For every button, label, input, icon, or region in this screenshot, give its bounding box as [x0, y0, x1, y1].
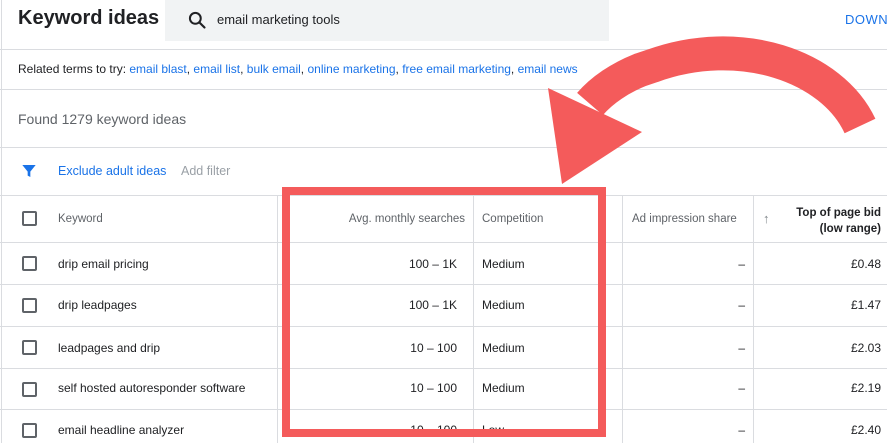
competition-cell: Medium — [482, 298, 525, 312]
download-button[interactable]: DOWN — [845, 12, 887, 27]
divider — [0, 147, 887, 148]
row-checkbox[interactable] — [22, 340, 37, 355]
related-term-link[interactable]: email news — [518, 62, 578, 76]
bid-cell: £2.19 — [850, 381, 881, 395]
select-all-checkbox[interactable] — [22, 211, 37, 226]
related-terms: Related terms to try: email blast, email… — [18, 62, 578, 76]
impression-share-cell: – — [738, 423, 745, 437]
related-term-link[interactable]: email list — [193, 62, 240, 76]
row-checkbox[interactable] — [22, 382, 37, 397]
bid-cell: £1.47 — [850, 298, 881, 312]
related-terms-label: Related terms to try: — [18, 62, 130, 76]
search-icon — [188, 11, 206, 29]
related-term-link[interactable]: bulk email — [247, 62, 301, 76]
column-divider — [473, 195, 474, 443]
row-checkbox[interactable] — [22, 298, 37, 313]
column-header-keyword[interactable]: Keyword — [58, 213, 103, 225]
column-divider — [753, 195, 754, 443]
column-header-competition[interactable]: Competition — [482, 213, 543, 225]
bid-cell: £2.03 — [850, 341, 881, 355]
impression-share-cell: – — [738, 257, 745, 271]
column-header-bid-line1: Top of page bid — [796, 207, 881, 219]
bid-cell: £2.40 — [850, 423, 881, 437]
keyword-cell: email headline analyzer — [58, 423, 185, 437]
keyword-cell: self hosted autoresponder software — [58, 381, 246, 395]
searches-cell: 10 – 100 — [410, 381, 457, 395]
keyword-cell: drip leadpages — [58, 298, 137, 312]
column-divider — [622, 195, 623, 443]
related-term-link[interactable]: online marketing — [307, 62, 395, 76]
keyword-cell: drip email pricing — [58, 257, 149, 271]
searches-cell: 100 – 1K — [408, 298, 457, 312]
searches-cell: 100 – 1K — [408, 257, 457, 271]
add-filter-button[interactable]: Add filter — [181, 164, 230, 178]
exclude-adult-ideas-chip[interactable]: Exclude adult ideas — [58, 164, 166, 178]
related-term-link[interactable]: email blast — [129, 62, 186, 76]
search-input[interactable]: email marketing tools — [217, 12, 340, 27]
related-term-link[interactable]: free email marketing — [402, 62, 511, 76]
divider — [0, 89, 887, 90]
competition-cell: Medium — [482, 341, 525, 355]
bid-cell: £0.48 — [850, 257, 881, 271]
competition-cell: Medium — [482, 381, 525, 395]
column-header-bid-line2: (low range) — [819, 223, 881, 235]
results-count: Found 1279 keyword ideas — [18, 111, 187, 127]
row-checkbox[interactable] — [22, 256, 37, 271]
searches-cell: 10 – 100 — [410, 423, 457, 437]
keyword-cell: leadpages and drip — [58, 341, 161, 355]
page-title: Keyword ideas — [18, 7, 160, 29]
row-checkbox[interactable] — [22, 423, 37, 438]
divider — [0, 49, 887, 50]
related-term-link-partial[interactable]: tes — [805, 62, 821, 76]
filter-icon[interactable] — [21, 163, 37, 179]
column-divider — [277, 195, 278, 443]
impression-share-cell: – — [738, 341, 745, 355]
sort-ascending-icon[interactable]: ↑ — [763, 211, 770, 226]
searches-cell: 10 – 100 — [410, 341, 457, 355]
column-header-avg-searches[interactable]: Avg. monthly searches — [349, 213, 465, 225]
column-header-impression-share[interactable]: Ad impression share — [632, 213, 737, 225]
competition-cell: Low — [482, 423, 505, 437]
competition-cell: Medium — [482, 257, 525, 271]
search-field[interactable]: email marketing tools — [165, 0, 609, 41]
impression-share-cell: – — [738, 298, 745, 312]
impression-share-cell: – — [738, 381, 745, 395]
column-header-bid-low[interactable]: Top of page bid (low range) — [796, 205, 881, 237]
page-header: Keyword ideas email marketing tools DOWN — [0, 0, 887, 50]
